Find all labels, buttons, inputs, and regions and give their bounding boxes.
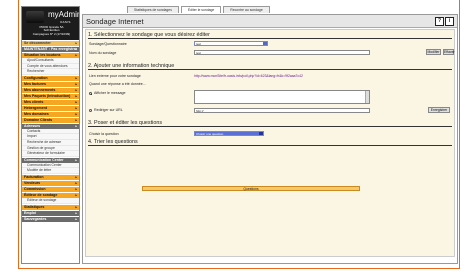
redirect-url-input[interactable]: http://: [194, 108, 370, 113]
sidebar-menu-label: Mes Paquets (Introduction): [24, 93, 71, 98]
sidebar-menu-header[interactable]: Situation les boutons ▸: [22, 52, 79, 58]
sidebar-menu-label: Communication Center: [24, 157, 64, 162]
questions-header: Questions: [142, 186, 360, 191]
sidebar-menu-label: Se déconnecter: [24, 41, 51, 45]
chevron-right-icon: ▸: [75, 53, 77, 57]
section1-heading: 1. Sélectionnez le sondage que vous dési…: [88, 32, 452, 39]
user-line: Campagnes N° 2 (17/10/09): [32, 31, 71, 36]
chevron-down-icon: [263, 42, 267, 45]
sidebar-menu-label: Configuration: [24, 75, 48, 80]
app-logo: myAdmin OASIS PROD Grande 5A Sofi Émilie…: [22, 7, 79, 40]
survey-select-value: test: [196, 42, 201, 46]
tab-survey-report[interactable]: Recontre au sondage: [223, 6, 270, 13]
sidebar-menu: Se déconnecter ▸ MAINTENANT : Pas enregist…: [22, 40, 79, 222]
sidebar-menu-header[interactable]: Éditeur de sondage ▸: [22, 191, 79, 198]
scrollbar[interactable]: [365, 91, 369, 103]
sidebar-menu-header[interactable]: Adresses ▸: [22, 122, 79, 129]
section4-heading: 4. Trier les questions: [88, 139, 452, 146]
sidebar-menu-label: Mes clients: [24, 99, 44, 104]
sidebar-menu-label: Hebergement: [24, 105, 47, 110]
survey-name-label: Nom du sondage: [89, 51, 117, 55]
chevron-right-icon: ▸: [75, 192, 77, 197]
external-link[interactable]: http://www.monSite/fr-oasis.info/poll.ph…: [194, 74, 303, 78]
section3-heading: 3. Poser et éditer les questions: [88, 120, 452, 127]
sidebar: myAdmin OASIS PROD Grande 5A Sofi Émilie…: [21, 6, 80, 264]
survey-name-input[interactable]: test: [194, 50, 370, 55]
app-name: myAdmin: [48, 10, 80, 19]
sidebar-menu-label: Vendeurs: [24, 180, 41, 185]
survey-select[interactable]: test: [194, 41, 268, 46]
tab-bar: Statistiques de sondages Éditer le sonda…: [127, 6, 270, 13]
tab-edit-survey[interactable]: Éditer le sondage: [180, 6, 222, 13]
delete-button[interactable]: Effacer: [443, 49, 455, 55]
chevron-right-icon: ▸: [75, 216, 77, 221]
question-select[interactable]: Choisir une question: [194, 131, 264, 136]
info-icon[interactable]: i: [445, 17, 454, 26]
save-button[interactable]: Enregistrer: [428, 107, 450, 113]
help-icons: ? i: [435, 17, 454, 26]
external-link-label: Lien externe pour votre sondage: [89, 74, 141, 78]
section2-heading: 2. Ajouter une information technique: [88, 63, 452, 70]
tab-statistics[interactable]: Statistiques de sondages: [127, 6, 179, 13]
redirect-radio[interactable]: [89, 109, 92, 112]
sidebar-menu-label: Commission: [24, 186, 46, 191]
sidebar-menu-label: Mes abonnements: [24, 87, 56, 92]
sidebar-menu-label: Mes domaines: [24, 111, 49, 116]
sidebar-menu-label: Sauvegardes: [24, 216, 47, 221]
choose-question-label: Choisir la question: [89, 132, 119, 136]
chevron-down-icon: [259, 132, 263, 135]
question-select-value: Choisir une question: [196, 132, 224, 136]
chevron-right-icon: ▸: [75, 123, 77, 128]
app-subtitle: OASIS: [60, 20, 71, 24]
show-message-label: Afficher le message: [94, 91, 126, 95]
sidebar-menu-label: Emploi: [24, 210, 36, 215]
after-answer-label: Quand une réponse a été donnée...: [89, 82, 146, 86]
sidebar-menu-label: Adresses: [24, 123, 41, 128]
logo-icon: [26, 11, 44, 23]
sidebar-menu-header[interactable]: Communication Center ▸: [22, 156, 79, 163]
chevron-right-icon: ▸: [75, 157, 77, 162]
show-message-radio[interactable]: [89, 92, 92, 95]
sidebar-menu-label: Éditeur de sondage: [24, 192, 58, 197]
page-title: Sondage Internet: [86, 17, 144, 26]
title-bar: Sondage Internet ? i: [83, 15, 457, 28]
user-info: PROD Grande 5A Sofi Émilien Campagnes N°…: [24, 25, 79, 36]
survey-content: 1. Sélectionnez le sondage que vous dési…: [85, 29, 455, 257]
sidebar-menu-label: Situation les boutons: [24, 53, 61, 57]
help-icon[interactable]: ?: [435, 17, 444, 26]
sidebar-menu-label: Statistiques: [24, 204, 45, 209]
message-textarea[interactable]: [194, 90, 370, 104]
main-panel: Sondage Internet ? i 1. Sélectionnez le …: [82, 14, 458, 264]
sidebar-menu-label: Mes factures: [24, 81, 46, 86]
modify-button[interactable]: Modifier: [426, 49, 441, 55]
sidebar-menu-header[interactable]: Sauvegardes ▸: [22, 215, 79, 222]
sidebar-menu-label: Facturation: [24, 174, 44, 179]
survey-label: Sondage/Questionnaire: [89, 42, 127, 46]
sidebar-menu-label: Domaine Clients: [24, 117, 53, 122]
redirect-label: Rediriger sur URL: [94, 108, 123, 112]
